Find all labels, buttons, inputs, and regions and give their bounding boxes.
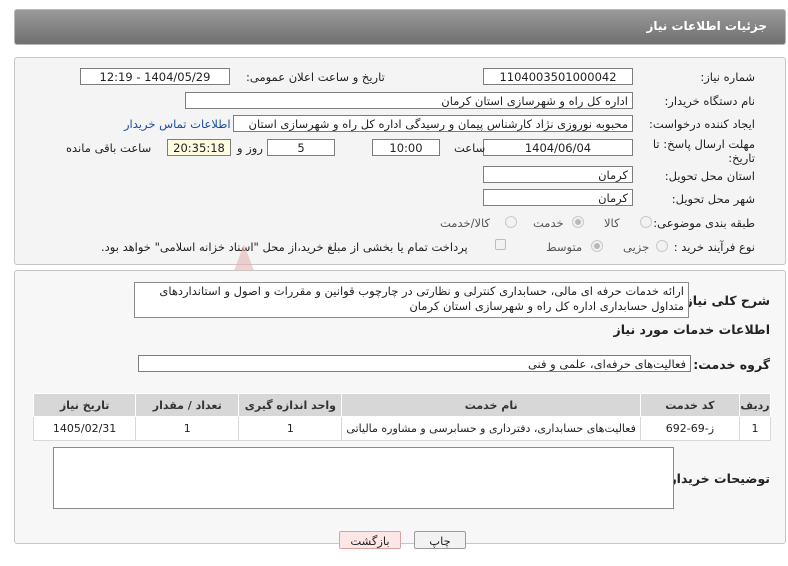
print-button[interactable]: چاپ	[414, 531, 466, 549]
category-radio-goods[interactable]	[640, 216, 652, 228]
col-qty: تعداد / مقدار	[135, 393, 240, 417]
process-minor-label: جزیی	[623, 240, 650, 254]
col-unit: واحد اندازه گیری	[238, 393, 343, 417]
service-group-label: گروه خدمت:	[693, 357, 770, 372]
page-header: جزئیات اطلاعات نیاز	[14, 9, 786, 45]
cell-qty: 1	[135, 416, 240, 441]
col-code: کد خدمت	[639, 393, 740, 417]
buyer-org-field[interactable]: اداره کل راه و شهرسازی استان کرمان	[185, 92, 633, 109]
table-header-row: ردیف کد خدمت نام خدمت واحد اندازه گیری ت…	[32, 393, 772, 417]
announce-label: تاریخ و ساعت اعلان عمومی:	[246, 70, 385, 84]
col-date: تاریخ نیاز	[32, 393, 137, 417]
back-button[interactable]: بازگشت	[339, 531, 401, 549]
city-field[interactable]: کرمان	[483, 189, 633, 206]
category-label: طبقه بندی موضوعی:	[653, 216, 755, 230]
info-panel	[14, 57, 786, 265]
buyer-org-label: نام دستگاه خریدار:	[664, 94, 755, 108]
cell-code: ز-69-692	[639, 416, 740, 441]
services-section-title: اطلاعات خدمات مورد نیاز	[613, 322, 771, 337]
remaining-time-field: 20:35:18	[167, 139, 231, 156]
category-goods-label: کالا	[604, 216, 620, 230]
creator-label: ایجاد کننده درخواست:	[649, 117, 755, 131]
services-table: ردیف کد خدمت نام خدمت واحد اندازه گیری ت…	[32, 393, 772, 441]
summary-label: شرح کلی نیاز:	[680, 293, 770, 308]
category-radio-goods-service[interactable]	[505, 216, 517, 228]
treasury-payment-checkbox[interactable]	[495, 239, 506, 250]
page-title: جزئیات اطلاعات نیاز	[646, 19, 767, 33]
treasury-payment-note: پرداخت تمام یا بخشی از مبلغ خرید،از محل …	[101, 240, 468, 254]
buyer-notes-label: توضیحات خریدار:	[664, 471, 770, 486]
days-label: روز و	[237, 141, 263, 155]
col-name: نام خدمت	[341, 393, 641, 417]
need-number-label: شماره نیاز:	[700, 70, 755, 84]
creator-field[interactable]: محبوبه نوروزی نژاد کارشناس پیمان و رسیدگ…	[233, 115, 633, 132]
summary-text: ارائه خدمات حرفه ای مالی، حسابداری کنترل…	[159, 284, 684, 313]
process-radio-minor[interactable]	[656, 240, 668, 252]
cell-row: 1	[738, 416, 772, 441]
province-label: استان محل تحویل:	[664, 169, 755, 183]
summary-textarea[interactable]: ارائه خدمات حرفه ای مالی، حسابداری کنترل…	[134, 282, 689, 318]
cell-date: 1405/02/31	[32, 416, 137, 441]
cell-name: فعالیت‌های حسابداری، دفترداری و حسابرسی …	[341, 416, 641, 441]
cell-unit: 1	[238, 416, 343, 441]
buyer-notes-textarea[interactable]	[53, 447, 674, 509]
col-row: ردیف	[738, 393, 772, 417]
days-field[interactable]: 5	[267, 139, 335, 156]
city-label: شهر محل تحویل:	[671, 192, 755, 206]
need-number-field[interactable]: 1104003501000042	[483, 68, 633, 85]
deadline-time-label: ساعت	[454, 141, 486, 155]
deadline-date-field[interactable]: 1404/06/04	[483, 139, 633, 156]
process-label: نوع فرآیند خرید :	[673, 240, 755, 254]
table-row[interactable]: 1 ز-69-692 فعالیت‌های حسابداری، دفترداری…	[32, 416, 772, 441]
category-radio-service[interactable]	[572, 216, 584, 228]
deadline-label-date: تاریخ:	[728, 151, 755, 165]
deadline-label: مهلت ارسال پاسخ: تا	[652, 137, 755, 151]
process-radio-medium[interactable]	[591, 240, 603, 252]
province-field[interactable]: کرمان	[483, 166, 633, 183]
category-service-label: خدمت	[533, 216, 564, 230]
category-goods-service-label: کالا/خدمت	[440, 216, 491, 230]
remaining-label: ساعت باقی مانده	[66, 141, 152, 155]
deadline-time-field[interactable]: 10:00	[372, 139, 440, 156]
contact-buyer-link[interactable]: اطلاعات تماس خریدار	[124, 117, 231, 131]
announce-field[interactable]: 1404/05/29 - 12:19	[80, 68, 230, 85]
process-medium-label: متوسط	[546, 240, 583, 254]
service-group-field[interactable]: فعالیت‌های حرفه‌ای، علمی و فنی	[138, 355, 691, 372]
